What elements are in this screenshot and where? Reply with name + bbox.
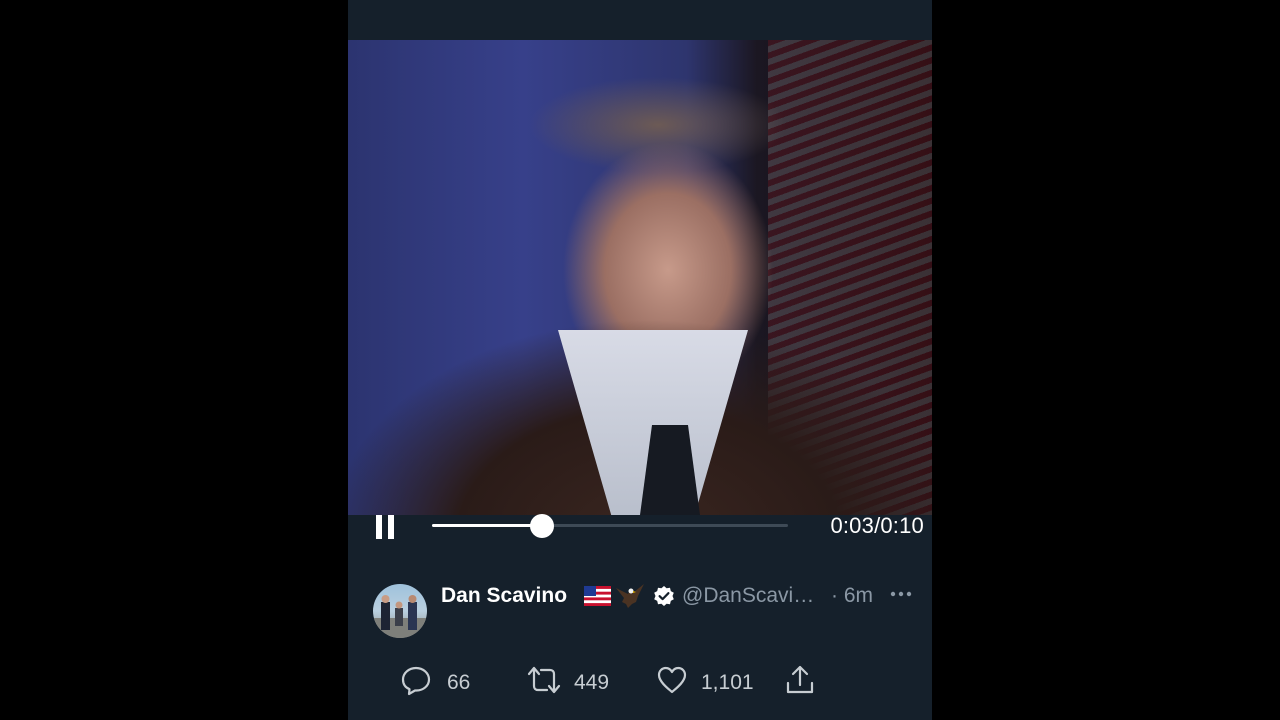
retweet-count: 449 bbox=[574, 671, 610, 694]
reply-button[interactable]: 66 bbox=[400, 664, 480, 698]
retweet-icon bbox=[527, 666, 561, 694]
video-duration: 0:10 bbox=[880, 513, 924, 538]
tweet-detail-view: 0:03/0:10 Dan Scavino @DanScavi… · 6m 66… bbox=[348, 0, 932, 720]
heart-icon bbox=[657, 666, 687, 694]
like-button[interactable]: 1,101 bbox=[656, 664, 756, 698]
share-icon bbox=[786, 665, 814, 694]
video-progress-fill bbox=[432, 524, 539, 527]
video-elapsed: 0:03 bbox=[830, 513, 875, 538]
video-scrubber-handle[interactable] bbox=[529, 514, 554, 538]
more-options-icon[interactable] bbox=[888, 582, 918, 606]
author-handle[interactable]: @DanScavi… bbox=[682, 584, 814, 608]
pause-icon bbox=[376, 515, 394, 539]
retweet-button[interactable]: 449 bbox=[526, 664, 626, 698]
eagle-emoji bbox=[614, 582, 646, 615]
like-count: 1,101 bbox=[701, 671, 754, 694]
video-time: 0:03/0:10 bbox=[830, 513, 924, 539]
avatar-image bbox=[373, 595, 427, 638]
video-progress-track[interactable] bbox=[432, 514, 788, 538]
video-player[interactable] bbox=[348, 40, 932, 515]
video-controls: 0:03/0:10 bbox=[348, 486, 932, 566]
pause-button[interactable] bbox=[374, 514, 396, 540]
author-name[interactable]: Dan Scavino bbox=[441, 584, 567, 608]
verified-badge-icon bbox=[653, 585, 675, 612]
tweet-time-ago[interactable]: · 6m bbox=[831, 584, 873, 608]
share-button[interactable] bbox=[784, 664, 818, 698]
us-flag-emoji bbox=[584, 586, 611, 611]
tweet-action-bar: 66 449 1,101 bbox=[348, 660, 932, 704]
avatar[interactable] bbox=[373, 584, 427, 638]
tweet-author-row: Dan Scavino @DanScavi… · 6m bbox=[348, 582, 932, 642]
reply-count: 66 bbox=[447, 671, 471, 694]
reply-icon bbox=[401, 666, 431, 696]
